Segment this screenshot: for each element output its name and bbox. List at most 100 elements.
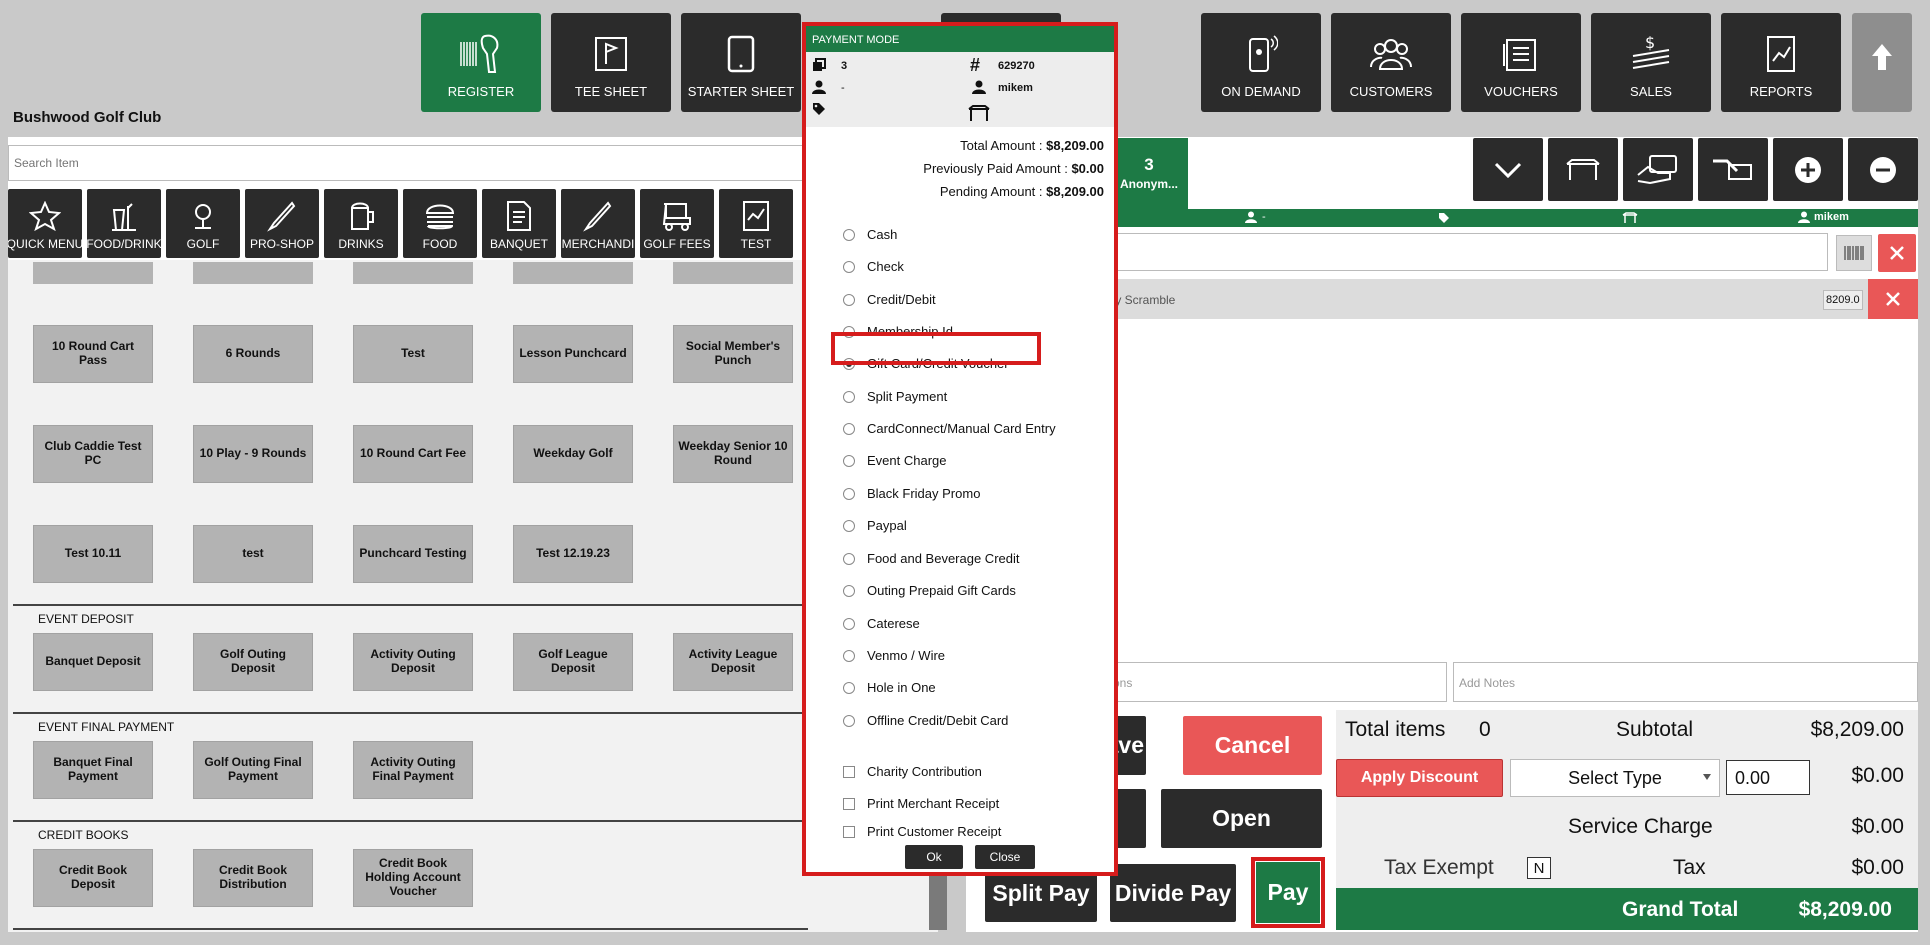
search-input[interactable] (8, 145, 804, 181)
ticket-tab[interactable]: 3 Anonym... (1110, 138, 1188, 210)
payment-option[interactable]: Outing Prepaid Gift Cards (843, 583, 1016, 598)
item-tile[interactable]: Credit Book Holding Account Voucher (353, 849, 473, 907)
tax-exempt-toggle[interactable]: N (1527, 857, 1551, 879)
item-tile[interactable]: Activity League Deposit (673, 633, 793, 691)
apply-discount-button[interactable]: Apply Discount (1336, 759, 1503, 797)
open-button[interactable]: Open (1161, 789, 1322, 848)
nav-register-button[interactable]: REGISTER (421, 13, 541, 112)
item-tile[interactable]: 10 Play - 9 Rounds (193, 425, 313, 483)
item-tile[interactable]: Weekday Senior 10 Round (673, 425, 793, 483)
item-scan-input[interactable] (1110, 233, 1828, 271)
item-tile[interactable]: Golf Outing Deposit (193, 633, 313, 691)
payment-option[interactable]: Offline Credit/Debit Card (843, 713, 1008, 728)
nav-starter-sheet-button[interactable]: STARTER SHEET (681, 13, 801, 112)
item-tile[interactable]: Punchcard Testing (353, 525, 473, 583)
checkbox-option[interactable]: Print Customer Receipt (843, 824, 1001, 839)
nav-reports-button[interactable]: REPORTS (1721, 13, 1841, 112)
notes-input[interactable]: Add Notes (1453, 662, 1918, 702)
payment-option[interactable]: Caterese (843, 616, 920, 631)
checkbox-option[interactable]: Charity Contribution (843, 764, 982, 779)
item-tile[interactable]: Activity Outing Deposit (353, 633, 473, 691)
cancel-button[interactable]: Cancel (1183, 716, 1322, 775)
table-button[interactable] (1548, 138, 1618, 201)
category-tab-food-drink[interactable]: FOOD/DRINK (87, 189, 161, 258)
category-tab-banquet[interactable]: BANQUET (482, 189, 556, 258)
radio-button[interactable] (843, 519, 855, 532)
collapse-button[interactable] (1473, 138, 1543, 201)
item-tile[interactable]: Activity Outing Final Payment (353, 741, 473, 799)
category-tab-pro-shop[interactable]: PRO-SHOP (245, 189, 319, 258)
tile-partial[interactable] (193, 262, 313, 284)
radio-button[interactable] (843, 487, 855, 500)
item-tile[interactable]: Golf Outing Final Payment (193, 741, 313, 799)
item-tile[interactable]: Banquet Final Payment (33, 741, 153, 799)
radio-button[interactable] (843, 390, 855, 403)
payment-option[interactable]: Split Payment (843, 389, 947, 404)
payment-option[interactable]: Credit/Debit (843, 292, 936, 307)
close-button[interactable]: Close (975, 845, 1035, 869)
checkbox[interactable] (843, 765, 855, 778)
discount-type-select[interactable]: Select Type (1510, 759, 1720, 797)
line-item-row[interactable]: ty Scramble 8209.0 (1110, 279, 1868, 319)
item-tile[interactable]: Club Caddie Test PC (33, 425, 153, 483)
item-tile[interactable]: Test 10.11 (33, 525, 153, 583)
item-tile[interactable]: 6 Rounds (193, 325, 313, 383)
nav-tee-sheet-button[interactable]: TEE SHEET (551, 13, 671, 112)
payment-option[interactable]: Event Charge (843, 453, 947, 468)
tile-partial[interactable] (513, 262, 633, 284)
item-tile[interactable]: Credit Book Distribution (193, 849, 313, 907)
category-tab-golf[interactable]: GOLF (166, 189, 240, 258)
hand-payment-button[interactable] (1623, 138, 1693, 201)
item-tile[interactable]: 10 Round Cart Fee (353, 425, 473, 483)
remove-button[interactable] (1848, 138, 1918, 201)
checkbox[interactable] (843, 797, 855, 810)
category-tab-drinks[interactable]: DRINKS (324, 189, 398, 258)
payment-option[interactable]: Food and Beverage Credit (843, 551, 1019, 566)
tile-partial[interactable] (673, 262, 793, 284)
scroll-up-button[interactable] (1852, 13, 1912, 112)
radio-button[interactable] (843, 260, 855, 273)
item-tile[interactable]: Lesson Punchcard (513, 325, 633, 383)
payment-option[interactable]: CardConnect/Manual Card Entry (843, 421, 1056, 436)
radio-button[interactable] (843, 552, 855, 565)
payment-option[interactable]: Black Friday Promo (843, 486, 980, 501)
item-tile[interactable]: Weekday Golf (513, 425, 633, 483)
category-tab-food[interactable]: FOOD (403, 189, 477, 258)
add-button[interactable] (1773, 138, 1843, 201)
radio-button[interactable] (843, 228, 855, 241)
radio-button[interactable] (843, 422, 855, 435)
radio-button[interactable] (843, 681, 855, 694)
barcode-button[interactable] (1836, 235, 1872, 271)
item-tile[interactable]: 10 Round Cart Pass (33, 325, 153, 383)
payment-option[interactable]: Check (843, 259, 904, 274)
ok-button[interactable]: Ok (905, 845, 963, 869)
category-tab-quick-menu[interactable]: QUICK MENU (8, 189, 82, 258)
payment-option[interactable]: Venmo / Wire (843, 648, 945, 663)
payment-option[interactable]: Hole in One (843, 680, 936, 695)
line-item-price[interactable]: 8209.0 (1823, 290, 1863, 310)
radio-button[interactable] (843, 714, 855, 727)
discount-value-input[interactable]: 0.00 (1726, 760, 1810, 795)
radio-button[interactable] (843, 454, 855, 467)
nav-customers-button[interactable]: CUSTOMERS (1331, 13, 1451, 112)
category-tab-test[interactable]: TEST (719, 189, 793, 258)
divide-pay-button[interactable]: Divide Pay (1110, 864, 1236, 922)
clear-scan-button[interactable] (1878, 234, 1916, 272)
nav-sales-button[interactable]: $ SALES (1591, 13, 1711, 112)
tile-partial[interactable] (33, 262, 153, 284)
notes-left-input[interactable]: ons (1110, 662, 1447, 702)
radio-button[interactable] (843, 293, 855, 306)
checkbox[interactable] (843, 825, 855, 838)
card-transfer-button[interactable] (1698, 138, 1768, 201)
item-tile[interactable]: test (193, 525, 313, 583)
category-tab-merchandi[interactable]: MERCHANDI (561, 189, 635, 258)
item-tile[interactable]: Golf League Deposit (513, 633, 633, 691)
payment-option[interactable]: Cash (843, 227, 897, 242)
tile-partial[interactable] (353, 262, 473, 284)
radio-button[interactable] (843, 584, 855, 597)
radio-button[interactable] (843, 617, 855, 630)
checkbox-option[interactable]: Print Merchant Receipt (843, 796, 999, 811)
pay-button[interactable]: Pay (1256, 862, 1320, 923)
item-tile[interactable]: Social Member's Punch (673, 325, 793, 383)
item-tile[interactable]: Test (353, 325, 473, 383)
